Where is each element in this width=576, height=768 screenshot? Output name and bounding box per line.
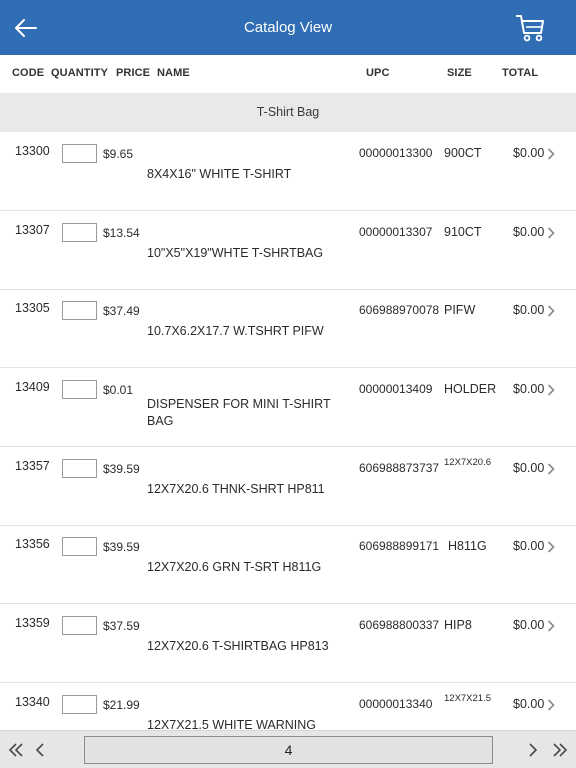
chevron-right-icon[interactable]: [547, 305, 555, 317]
product-price: $39.59: [103, 540, 140, 554]
product-size: 900CT: [444, 146, 482, 160]
chevron-right-icon[interactable]: [547, 541, 555, 553]
product-price: $0.01: [103, 383, 134, 397]
product-upc: 00000013307: [359, 225, 433, 239]
chevron-left-icon[interactable]: [35, 742, 45, 758]
product-price: $39.59: [103, 462, 140, 476]
product-size: HIP8: [444, 618, 472, 632]
column-upc: UPC: [366, 67, 390, 79]
product-size: PIFW: [444, 303, 476, 317]
page-number-field[interactable]: 4: [84, 736, 493, 764]
product-price: $13.54: [103, 226, 140, 240]
product-name: 12X7X20.6 T-SHIRTBAG HP813: [147, 639, 329, 653]
product-total: $0.00: [513, 225, 545, 239]
product-upc: 606988873737: [359, 461, 440, 475]
quantity-input[interactable]: [62, 144, 97, 163]
product-total: $0.00: [513, 461, 545, 475]
column-name: NAME: [157, 67, 190, 79]
product-upc: 606988899171: [359, 539, 440, 553]
product-name: 8X4X16" WHITE T-SHIRT: [147, 167, 292, 181]
product-size: HOLDER: [444, 382, 497, 396]
double-chevron-right-icon[interactable]: [552, 742, 568, 758]
chevron-right-icon[interactable]: [547, 148, 555, 160]
product-row[interactable]: 13300 $9.65 8X4X16" WHITE T-SHIRT 000000…: [0, 132, 576, 211]
product-upc: 00000013409: [359, 382, 433, 396]
product-total: $0.00: [513, 539, 545, 553]
quantity-input[interactable]: [62, 616, 97, 635]
page-title: Catalog View: [243, 19, 333, 36]
double-chevron-left-icon[interactable]: [8, 742, 24, 758]
quantity-input[interactable]: [62, 695, 97, 714]
product-name: DISPENSER FOR MINI T-SHIRT BAG: [147, 397, 331, 428]
product-row[interactable]: 13340 $21.99 12X7X21.5 WHITE WARNING 000…: [0, 683, 576, 730]
column-code: CODE: [12, 67, 45, 79]
column-header-row: CODE QUANTITY PRICE NAME UPC SIZE TOTAL: [0, 55, 576, 93]
column-price: PRICE: [116, 67, 151, 79]
product-total: $0.00: [513, 382, 545, 396]
product-code: 13357: [15, 459, 50, 473]
product-code: 13359: [15, 616, 50, 630]
product-name: 12X7X20.6 THNK-SHRT HP811: [147, 482, 325, 496]
product-total: $0.00: [513, 697, 545, 711]
product-name: 10"X5"X19"WHTE T-SHRTBAG: [147, 246, 324, 260]
product-row[interactable]: 13359 $37.59 12X7X20.6 T-SHIRTBAG HP813 …: [0, 604, 576, 683]
product-total: $0.00: [513, 618, 545, 632]
product-size: 12X7X21.5: [444, 693, 492, 704]
column-quantity: QUANTITY: [51, 67, 109, 79]
product-price: $37.59: [103, 619, 140, 633]
product-size: H811G: [448, 539, 487, 553]
pagination-bar: 4: [0, 730, 576, 768]
product-row[interactable]: 13307 $13.54 10"X5"X19"WHTE T-SHRTBAG 00…: [0, 211, 576, 290]
product-list: 13300 $9.65 8X4X16" WHITE T-SHIRT 000000…: [0, 132, 576, 730]
product-upc: 00000013300: [359, 146, 433, 160]
chevron-right-icon[interactable]: [547, 463, 555, 475]
quantity-input[interactable]: [62, 459, 97, 478]
column-total: TOTAL: [502, 67, 539, 79]
quantity-input[interactable]: [62, 537, 97, 556]
section-title: T-Shirt Bag: [256, 105, 320, 119]
product-size: 910CT: [444, 225, 482, 239]
quantity-input[interactable]: [62, 223, 97, 242]
product-price: $21.99: [103, 698, 140, 712]
cart-icon[interactable]: [514, 12, 546, 44]
product-code: 13409: [15, 380, 50, 394]
chevron-right-icon[interactable]: [547, 620, 555, 632]
product-total: $0.00: [513, 146, 545, 160]
product-size: 12X7X20.6: [444, 457, 492, 468]
column-size: SIZE: [447, 67, 472, 79]
product-row[interactable]: 13356 $39.59 12X7X20.6 GRN T-SRT H811G 6…: [0, 525, 576, 604]
product-code: 13305: [15, 301, 50, 315]
product-code: 13340: [15, 695, 50, 709]
product-row[interactable]: 13409 $0.01 DISPENSER FOR MINI T-SHIRT B…: [0, 368, 576, 447]
product-price: $9.65: [103, 147, 134, 161]
quantity-input[interactable]: [62, 380, 97, 399]
category-section-header: T-Shirt Bag: [0, 93, 576, 132]
chevron-right-icon[interactable]: [547, 384, 555, 396]
product-total: $0.00: [513, 303, 545, 317]
chevron-right-icon[interactable]: [547, 227, 555, 239]
product-upc: 606988970078: [359, 303, 440, 317]
product-name: 12X7X20.6 GRN T-SRT H811G: [147, 560, 322, 574]
product-row[interactable]: 13305 $37.49 10.7X6.2X17.7 W.TSHRT PIFW …: [0, 289, 576, 368]
product-row[interactable]: 13357 $39.59 12X7X20.6 THNK-SHRT HP811 6…: [0, 447, 576, 526]
product-upc: 00000013340: [359, 697, 433, 711]
chevron-right-icon[interactable]: [528, 742, 538, 758]
product-name: 10.7X6.2X17.7 W.TSHRT PIFW: [147, 324, 324, 338]
product-code: 13300: [15, 144, 50, 158]
product-code: 13307: [15, 223, 50, 237]
product-upc: 606988800337: [359, 618, 440, 632]
chevron-right-icon[interactable]: [547, 699, 555, 711]
quantity-input[interactable]: [62, 301, 97, 320]
product-price: $37.49: [103, 304, 140, 318]
product-name: 12X7X21.5 WHITE WARNING: [147, 718, 317, 730]
top-bar: Catalog View: [0, 0, 576, 55]
product-code: 13356: [15, 537, 50, 551]
